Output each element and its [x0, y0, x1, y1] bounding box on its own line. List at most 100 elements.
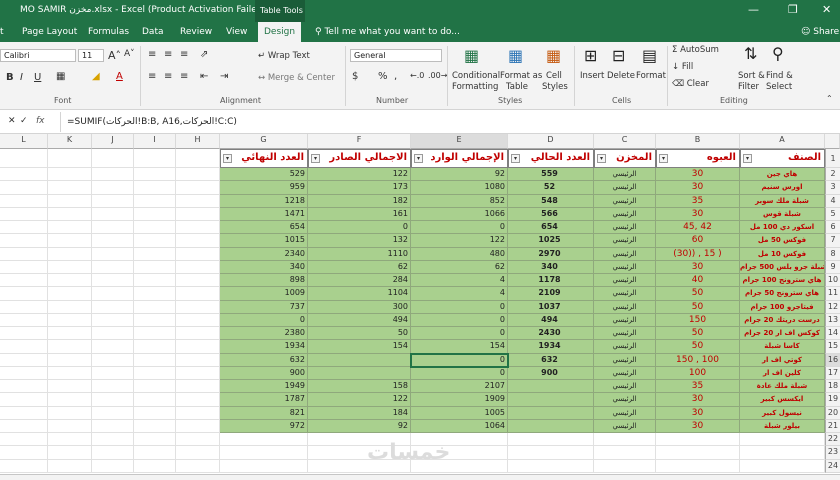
empty-cell[interactable] [92, 433, 134, 447]
empty-cell[interactable] [0, 313, 48, 327]
empty-cell[interactable] [176, 274, 220, 288]
column-header-c[interactable]: C [594, 134, 656, 149]
row-header[interactable]: 1 [825, 149, 840, 168]
row-header[interactable]: 13 [825, 313, 840, 327]
table-cell[interactable]: 50 [656, 327, 740, 341]
empty-cell[interactable] [134, 353, 176, 367]
empty-cell[interactable] [176, 181, 220, 195]
table-header-c[interactable]: المخزن ▾ [594, 149, 656, 168]
empty-cell[interactable] [0, 327, 48, 341]
empty-cell[interactable] [594, 433, 656, 447]
table-cell[interactable]: اسكور دي 100 مل [740, 221, 825, 235]
share-button[interactable]: ☺ Share [801, 27, 839, 37]
empty-cell[interactable] [176, 300, 220, 314]
empty-cell[interactable] [176, 287, 220, 301]
table-cell[interactable]: 150 , 100 [656, 353, 740, 367]
table-cell[interactable]: الرئيسي [594, 260, 656, 274]
empty-cell[interactable] [176, 207, 220, 221]
empty-cell[interactable] [48, 366, 92, 380]
empty-cell[interactable] [0, 419, 48, 433]
empty-cell[interactable] [134, 380, 176, 394]
row-header[interactable]: 20 [825, 406, 840, 420]
empty-cell[interactable] [134, 260, 176, 274]
empty-cell[interactable] [656, 433, 740, 447]
empty-cell[interactable] [594, 459, 656, 473]
insert-function-button[interactable]: fx [36, 116, 45, 126]
table-cell[interactable]: 30 [656, 419, 740, 433]
table-cell[interactable]: الرئيسي [594, 287, 656, 301]
filter-dropdown-icon[interactable]: ▾ [311, 154, 320, 163]
table-cell[interactable]: الرئيسي [594, 327, 656, 341]
fill-button[interactable]: ↓ Fill [672, 62, 693, 72]
empty-cell[interactable] [48, 353, 92, 367]
empty-cell[interactable] [176, 260, 220, 274]
empty-cell[interactable] [740, 433, 825, 447]
format-as-table-label-2[interactable]: Table [506, 82, 528, 92]
table-cell[interactable] [308, 366, 411, 380]
empty-cell[interactable] [134, 149, 176, 168]
filter-dropdown-icon[interactable]: ▾ [659, 154, 668, 163]
table-cell[interactable]: كاسا شبلة [740, 340, 825, 354]
empty-cell[interactable] [0, 207, 48, 221]
table-cell[interactable]: 4 [411, 274, 508, 288]
empty-cell[interactable] [0, 446, 48, 460]
table-cell[interactable]: 1037 [508, 300, 594, 314]
empty-cell[interactable] [176, 340, 220, 354]
sort-filter-label-2[interactable]: Filter [738, 82, 759, 92]
table-cell[interactable]: كلين اف ار [740, 366, 825, 380]
column-header-e[interactable]: E [411, 134, 508, 149]
font-color-icon[interactable]: A [116, 71, 123, 82]
row-header[interactable]: 18 [825, 380, 840, 394]
empty-cell[interactable] [92, 194, 134, 208]
table-cell[interactable]: 2107 [411, 380, 508, 394]
empty-cell[interactable] [134, 433, 176, 447]
empty-cell[interactable] [0, 234, 48, 248]
empty-cell[interactable] [48, 406, 92, 420]
empty-cell[interactable] [92, 234, 134, 248]
empty-cell[interactable] [92, 247, 134, 261]
empty-cell[interactable] [92, 313, 134, 327]
table-cell[interactable]: 92 [308, 419, 411, 433]
empty-cell[interactable] [134, 247, 176, 261]
table-cell[interactable]: كوكس اف ار 20 جرام [740, 327, 825, 341]
empty-cell[interactable] [134, 313, 176, 327]
table-cell[interactable]: 122 [308, 393, 411, 407]
tab-formulas[interactable]: Formulas [88, 27, 129, 37]
empty-cell[interactable] [92, 274, 134, 288]
autosum-button[interactable]: Σ AutoSum [672, 45, 719, 55]
table-cell[interactable]: هاي سترونج 50 جرام [740, 287, 825, 301]
row-header[interactable]: 14 [825, 327, 840, 341]
clear-button[interactable]: ⌫ Clear [672, 79, 709, 89]
column-header-i[interactable]: I [134, 134, 176, 149]
sort-filter-label[interactable]: Sort & [738, 71, 765, 81]
empty-cell[interactable] [0, 149, 48, 168]
empty-cell[interactable] [48, 247, 92, 261]
table-header-a[interactable]: الصنف ▾ [740, 149, 825, 168]
table-cell[interactable]: 480 [411, 247, 508, 261]
table-cell[interactable]: 852 [411, 194, 508, 208]
collapse-ribbon-icon[interactable]: ⌃ [826, 94, 833, 103]
row-header[interactable]: 10 [825, 274, 840, 288]
grow-font-icon[interactable]: A˄ [108, 49, 121, 62]
conditional-formatting-icon[interactable]: ▦ [464, 46, 479, 65]
table-cell[interactable]: 30 [656, 406, 740, 420]
empty-cell[interactable] [0, 353, 48, 367]
filter-dropdown-icon[interactable]: ▾ [743, 154, 752, 163]
empty-cell[interactable] [176, 433, 220, 447]
table-cell[interactable]: 0 [308, 221, 411, 235]
table-cell[interactable]: 161 [308, 207, 411, 221]
table-cell[interactable]: 40 [656, 274, 740, 288]
empty-cell[interactable] [176, 234, 220, 248]
table-cell[interactable]: 898 [220, 274, 308, 288]
empty-cell[interactable] [48, 194, 92, 208]
table-cell[interactable]: 154 [411, 340, 508, 354]
table-cell[interactable]: 821 [220, 406, 308, 420]
empty-cell[interactable] [508, 459, 594, 473]
table-cell[interactable]: 150 [656, 313, 740, 327]
empty-cell[interactable] [92, 380, 134, 394]
italic-button[interactable]: I [20, 72, 23, 83]
table-cell[interactable]: 972 [220, 419, 308, 433]
empty-cell[interactable] [594, 446, 656, 460]
table-cell[interactable]: فيتاجرو 100 جرام [740, 300, 825, 314]
empty-cell[interactable] [176, 419, 220, 433]
